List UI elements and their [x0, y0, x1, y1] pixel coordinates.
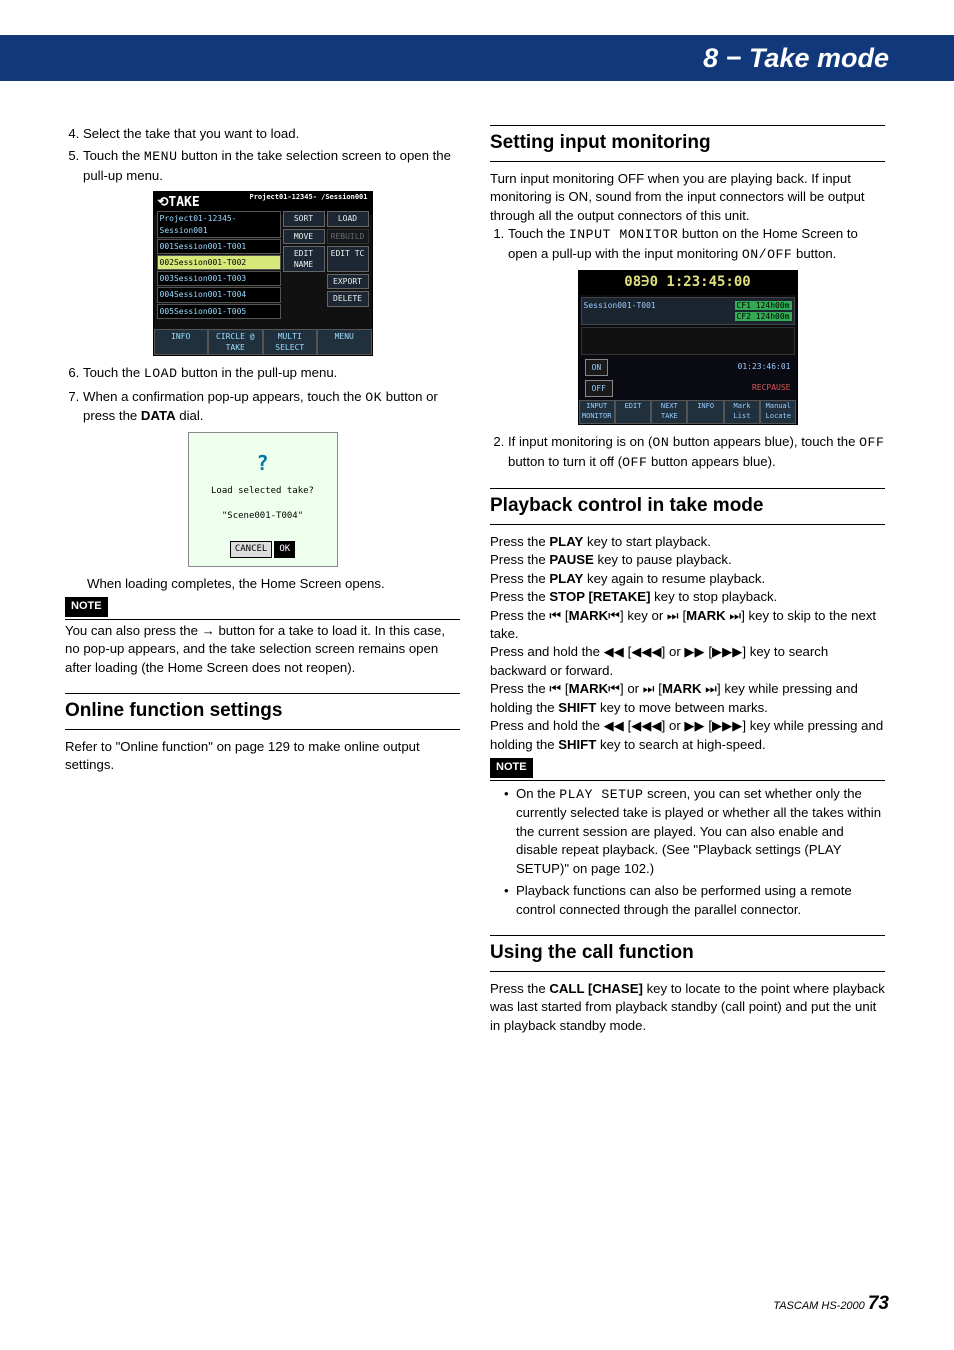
play-notes: On the PLAY SETUP screen, you can set wh… [490, 780, 885, 919]
home-screen-screenshot: 08∋0 1:23:45:00 Session001-T001 CF1 124h… [578, 270, 798, 425]
play-line-3: Press the PLAY key again to resume playb… [490, 570, 885, 588]
play-line-6: Press and hold the ◀◀ [◀◀◀] or ▶▶ [▶▶▶] … [490, 643, 885, 680]
question-icon: ? [189, 449, 337, 477]
step-5: Touch the MENU button in the take select… [83, 147, 460, 185]
play-line-5: Press the ⏮ [MARK⏮] key or ⏭ [MARK ⏭] ke… [490, 607, 885, 644]
chapter-header: 8 − Take mode [0, 35, 954, 81]
play-line-1: Press the PLAY key to start playback. [490, 533, 885, 551]
confirm-popup-screenshot: ? Load selected take? "Scene001-T004" CA… [188, 432, 338, 567]
page: 8 − Take mode Select the take that you w… [0, 0, 954, 1350]
page-footer: TASCAM HS-2000 73 [773, 1293, 889, 1315]
take-menu-screenshot: ⟲TAKEProject01-12345- /Session001 Projec… [153, 191, 373, 356]
play-note-1: On the PLAY SETUP screen, you can set wh… [504, 785, 885, 878]
cancel-button: CANCEL [230, 541, 273, 558]
columns: Select the take that you want to load. T… [65, 35, 889, 1035]
chapter-title: 8 − Take mode [703, 43, 889, 74]
level-meter [581, 327, 795, 355]
online-body: Refer to "Online function" on page 129 t… [65, 738, 460, 775]
note-label-2: NOTE [490, 758, 533, 777]
right-column: Setting input monitoring Turn input moni… [490, 125, 885, 1035]
step-6: Touch the LOAD button in the pull-up men… [83, 364, 460, 383]
play-line-2: Press the PAUSE key to pause playback. [490, 551, 885, 569]
setting-steps: Touch the INPUT MONITOR button on the Ho… [490, 225, 885, 264]
load-steps-cont: Touch the LOAD button in the pull-up men… [65, 364, 460, 425]
model-name: TASCAM HS-2000 [773, 1300, 865, 1312]
step-4: Select the take that you want to load. [83, 125, 460, 143]
play-line-4: Press the STOP [RETAKE] key to stop play… [490, 588, 885, 606]
ok-label: OK [365, 390, 382, 405]
menu-label: MENU [144, 149, 178, 164]
play-line-7: Press the ⏮ [MARK⏮] or ⏭ [MARK ⏭] key wh… [490, 680, 885, 717]
play-note-2: Playback functions can also be performed… [504, 882, 885, 919]
note-label: NOTE [65, 597, 108, 616]
note-body: You can also press the → button for a ta… [65, 619, 460, 677]
setting-steps-2: If input monitoring is on (ON button app… [490, 433, 885, 472]
ok-button: OK [274, 541, 295, 558]
setting-step-1: Touch the INPUT MONITOR button on the Ho… [508, 225, 885, 264]
load-label: LOAD [144, 366, 178, 381]
setting-intro: Turn input monitoring OFF when you are p… [490, 170, 885, 225]
play-line-8: Press and hold the ◀◀ [◀◀◀] or ▶▶ [▶▶▶] … [490, 717, 885, 754]
load-steps: Select the take that you want to load. T… [65, 125, 460, 185]
left-column: Select the take that you want to load. T… [65, 125, 460, 1035]
right-arrow-icon: → [202, 623, 215, 638]
load-complete-text: When loading completes, the Home Screen … [65, 575, 460, 593]
setting-heading: Setting input monitoring [490, 125, 885, 162]
playback-heading: Playback control in take mode [490, 488, 885, 525]
call-heading: Using the call function [490, 935, 885, 972]
online-heading: Online function settings [65, 693, 460, 730]
page-number: 73 [868, 1293, 889, 1314]
setting-step-2: If input monitoring is on (ON button app… [508, 433, 885, 472]
call-body: Press the CALL [CHASE] key to locate to … [490, 980, 885, 1035]
step-7: When a confirmation pop-up appears, touc… [83, 388, 460, 426]
input-monitor-label: INPUT MONITOR [569, 227, 678, 242]
